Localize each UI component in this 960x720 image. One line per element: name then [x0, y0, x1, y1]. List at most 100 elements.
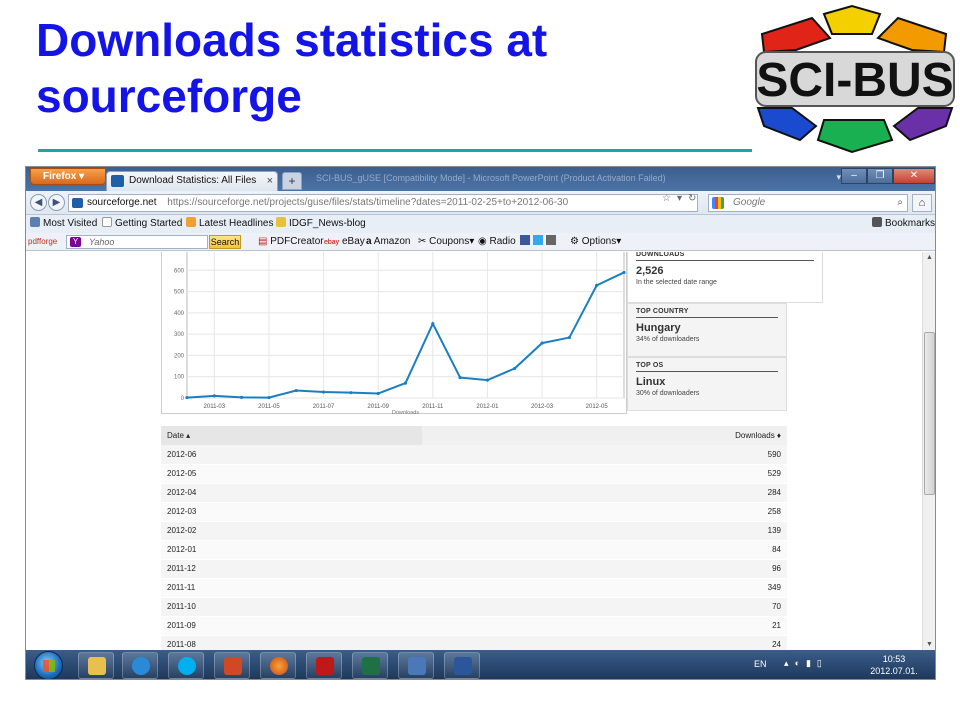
bookmark-idgf-news-blog[interactable]: IDGF_News-blog: [276, 215, 366, 233]
url-bar[interactable]: sourceforge.net https://sourceforge.net/…: [68, 194, 698, 212]
pdfforge-logo[interactable]: pdfforge: [28, 233, 57, 251]
yahoo-icon: Y: [70, 237, 81, 247]
bookmark-latest-headlines[interactable]: Latest Headlines: [186, 215, 274, 233]
date-cell: 2012-05: [161, 464, 422, 484]
data-point: [212, 394, 216, 398]
date-cell: 2011-08: [161, 635, 422, 650]
search-input[interactable]: Google ⌕: [708, 194, 908, 212]
bookmark-star-icon[interactable]: ☆: [662, 193, 671, 204]
downloads-cell: 24: [421, 635, 787, 650]
taskbar-powerpoint[interactable]: [214, 652, 250, 679]
tab-download-statistics[interactable]: Download Statistics: All Files ×: [106, 171, 278, 191]
clock-time: 10:53: [882, 654, 906, 664]
downloads-cell: 258: [421, 502, 787, 522]
downloads-column-header[interactable]: Downloads ♦: [421, 426, 787, 445]
slide-title-line1: Downloads statistics at: [36, 14, 548, 66]
page-content: 0 100 200 300 400 500 600 700 2011-03 2011-05 2011…: [26, 252, 922, 650]
data-point: [376, 391, 380, 396]
coupons-button[interactable]: ✂ Coupons▾: [418, 233, 474, 251]
downloads-cell: 70: [421, 597, 787, 617]
slide-title-line2: sourceforge: [36, 70, 302, 122]
close-icon[interactable]: ×: [267, 172, 273, 190]
toolbar-search-button[interactable]: Search: [209, 235, 241, 249]
social-icons[interactable]: [520, 233, 556, 251]
taskbar-explorer[interactable]: [78, 652, 114, 679]
radio-button[interactable]: ◉ Radio: [478, 233, 516, 251]
url-actions: ☆ ▾ ↻: [662, 193, 696, 204]
taskbar-network[interactable]: [398, 652, 434, 679]
pdfcreator-button[interactable]: ▤ PDFCreator: [258, 233, 324, 251]
windows-taskbar: EN ▴◐▮▯ 10:53 2012.07.01.: [26, 650, 935, 679]
bookmarks-menu[interactable]: Bookmarks: [872, 215, 935, 233]
language-indicator[interactable]: EN: [754, 659, 767, 669]
addon-toolbar: pdfforge Y Yahoo Search ▤ PDFCreator eba…: [26, 233, 935, 252]
y-tick-label: 400: [174, 311, 185, 317]
forward-button[interactable]: ▶: [48, 194, 65, 211]
firefox-menu-button[interactable]: Firefox ▾: [30, 168, 106, 185]
bookmark-getting-started[interactable]: Getting Started: [102, 215, 182, 233]
table-row: 2012-02 139: [161, 521, 787, 541]
slide-title: Downloads statistics at sourceforge: [36, 12, 736, 124]
data-point: [513, 366, 517, 371]
data-point: [567, 335, 571, 340]
new-tab-button[interactable]: +: [282, 172, 302, 190]
table-row: 2011-09 21: [161, 616, 787, 636]
system-clock[interactable]: 10:53 2012.07.01.: [864, 653, 924, 677]
data-point: [267, 395, 271, 400]
amazon-button[interactable]: a Amazon: [366, 233, 410, 251]
taskbar-firefox[interactable]: [260, 652, 296, 679]
date-column-header[interactable]: Date ▴: [161, 426, 422, 445]
system-tray[interactable]: ▴◐▮▯: [784, 658, 828, 669]
radio-label: Radio: [489, 236, 516, 247]
top-country-sub: 34% of downloaders: [636, 336, 700, 343]
url-domain: sourceforge.net: [87, 197, 157, 208]
search-icon[interactable]: ⌕: [897, 195, 903, 211]
taskbar-acrobat[interactable]: [306, 652, 342, 679]
vertical-scrollbar[interactable]: ▲ ▼: [922, 252, 935, 650]
sci-bus-logo: SCI-BUS: [755, 4, 955, 154]
options-button[interactable]: ⚙ Options▾: [570, 233, 621, 251]
yahoo-search-input[interactable]: Y Yahoo: [66, 235, 208, 249]
scroll-up-icon[interactable]: ▲: [926, 254, 933, 261]
table-row: 2011-10 70: [161, 597, 787, 617]
home-button[interactable]: ⌂: [912, 194, 932, 212]
ebay-button[interactable]: ebay eBay: [324, 233, 365, 252]
skype-icon: [178, 657, 196, 675]
maximize-button[interactable]: ❐: [867, 168, 893, 184]
table-row: 2011-08 24: [161, 635, 787, 650]
start-button[interactable]: [34, 651, 63, 679]
close-window-button[interactable]: ✕: [893, 168, 935, 184]
bookmark-folder-icon: [30, 217, 40, 227]
downloads-value: 2,526: [636, 265, 664, 277]
bookmarks-menu-label: Bookmarks: [885, 218, 936, 229]
facebook-icon: [520, 235, 530, 245]
back-button[interactable]: ◀: [30, 194, 47, 211]
taskbar-skype[interactable]: [168, 652, 204, 679]
scrollbar-thumb[interactable]: [924, 332, 935, 495]
data-point: [240, 395, 244, 399]
downloads-cell: 96: [421, 559, 787, 579]
yahoo-placeholder: Yahoo: [89, 237, 115, 247]
options-label: Options: [581, 236, 617, 247]
bookmarks-icon: [872, 217, 882, 227]
powerpoint-icon: [224, 657, 242, 675]
date-cell: 2012-06: [161, 445, 422, 465]
table-row: 2011-11 349: [161, 578, 787, 598]
dropdown-chevron-down-icon[interactable]: ▾: [677, 193, 682, 204]
taskbar-internet-explorer[interactable]: [122, 652, 158, 679]
bookmark-most-visited[interactable]: Most Visited: [30, 215, 97, 233]
twitter-icon: [532, 235, 543, 245]
taskbar-word[interactable]: [444, 652, 480, 679]
x-tick-label: 2011-07: [313, 404, 335, 410]
downloads-cell: 349: [421, 578, 787, 598]
reload-icon[interactable]: ↻: [688, 193, 696, 204]
minimize-button[interactable]: –: [841, 168, 867, 184]
taskbar-excel[interactable]: [352, 652, 388, 679]
plot-area: [186, 252, 625, 399]
ebay-icon: ebay: [324, 239, 340, 246]
pdfcreator-label: PDFCreator: [270, 236, 324, 247]
clock-date: 2012.07.01.: [870, 666, 918, 676]
scroll-down-icon[interactable]: ▼: [926, 641, 933, 648]
tab-title: Download Statistics: All Files: [129, 175, 257, 186]
top-os-header: TOP OS: [636, 362, 778, 372]
